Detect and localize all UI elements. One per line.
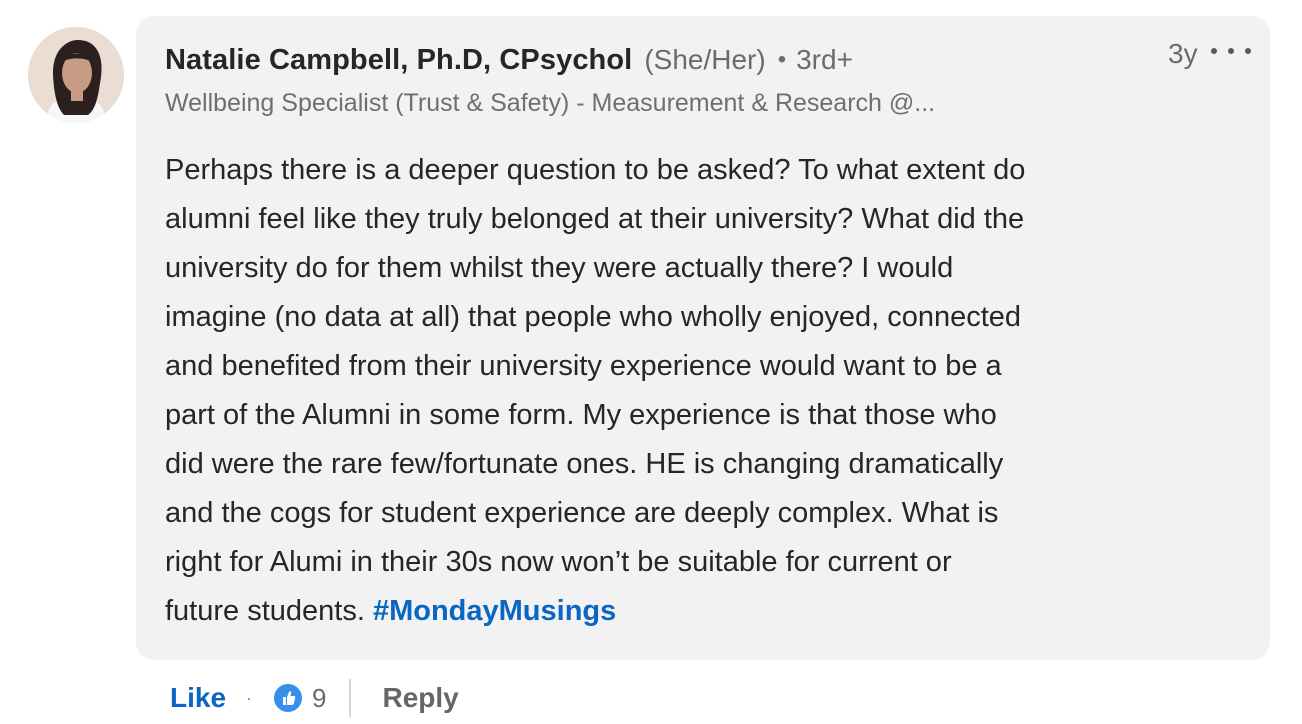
thumbs-up-icon: [283, 691, 296, 705]
reply-button[interactable]: Reply: [383, 682, 459, 714]
author-avatar[interactable]: [28, 27, 124, 123]
more-horizontal-icon: [1245, 48, 1251, 54]
more-horizontal-icon: [1211, 48, 1217, 54]
hashtag-link[interactable]: #MondayMusings: [373, 595, 616, 627]
connection-degree: 3rd+: [796, 44, 853, 75]
meta-separator: •: [777, 46, 787, 73]
action-separator: ·: [246, 687, 253, 708]
comment-body-text: Perhaps there is a deeper question to be…: [165, 154, 1026, 627]
comment-timestamp: 3y: [1168, 38, 1198, 69]
comment-text: Perhaps there is a deeper question to be…: [165, 146, 1235, 636]
comment-actions: Like · 9 Reply: [170, 678, 459, 718]
author-name[interactable]: Natalie Campbell, Ph.D, CPsychol: [165, 44, 632, 77]
reaction-count: 9: [312, 682, 327, 713]
author-pronouns: (She/Her): [644, 44, 766, 75]
author-headline: Wellbeing Specialist (Trust & Safety) - …: [165, 89, 936, 117]
comment-card: Natalie Campbell, Ph.D, CPsychol (She/He…: [0, 0, 1302, 724]
author-row: Natalie Campbell, Ph.D, CPsychol (She/He…: [165, 44, 853, 77]
more-horizontal-icon: [1228, 48, 1234, 54]
like-button[interactable]: Like: [170, 682, 226, 714]
profile-photo-icon: [28, 27, 124, 123]
reaction-summary[interactable]: 9: [272, 682, 327, 714]
more-options-button[interactable]: [1211, 38, 1251, 64]
action-divider: [348, 679, 351, 717]
thumbs-up-icon: [272, 682, 305, 714]
